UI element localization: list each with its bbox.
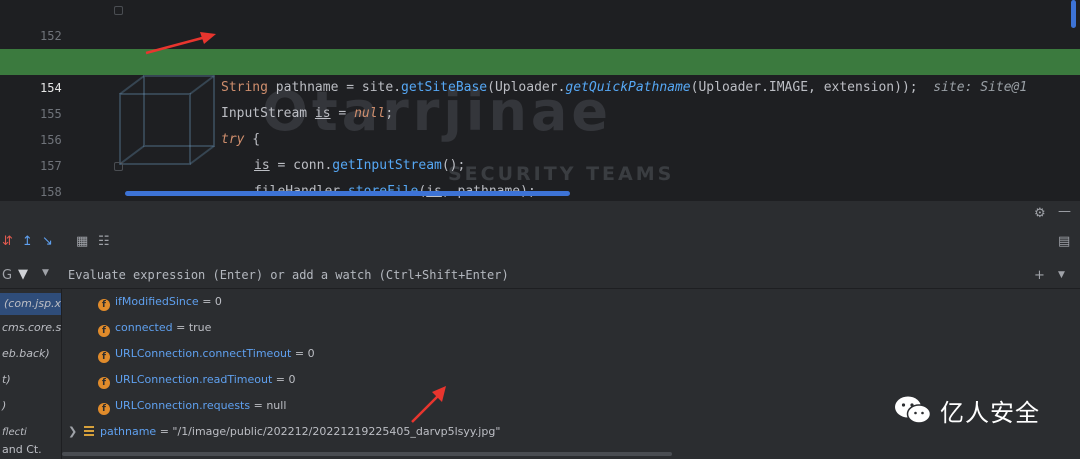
code-line[interactable]: 157 fileHandler.storeFile(is, pathname); [0,127,1080,199]
brand-label: 亿人安全 [940,398,1040,427]
variable-row[interactable]: f URLConnection.readTimeout = 0 [98,373,295,389]
frame-item[interactable]: (com.jsp.x [0,293,61,315]
settings-icon[interactable]: G [2,268,12,283]
evaluate-icon[interactable]: ▦ [76,234,88,249]
field-icon: f [98,377,110,389]
variable-row-pathname[interactable]: pathname = "/1/image/public/202212/20221… [84,425,500,438]
gear-icon[interactable]: ⚙ [1034,206,1046,221]
variables-tree: f ifModifiedSince = 0 f connected = true f… [62,289,1080,459]
evaluate-expression-bar[interactable]: G ▼ ▼ Evaluate expression (Enter) or add… [0,262,1080,289]
wechat-icon [895,396,932,424]
frame-item[interactable]: flecti [2,427,27,438]
chevron-down-icon[interactable]: ▼ [1058,270,1065,280]
annotation-arrow-icon [411,386,446,423]
horizontal-scrollbar[interactable] [62,452,672,456]
variable-row[interactable]: f connected = true [98,321,211,337]
code-line[interactable]: 155 try { [0,75,1080,147]
frames-list: (com.jsp.x cms.core.s eb.back) t) ) flec… [0,289,62,459]
frame-item[interactable]: and Ct. [2,443,42,456]
panel-menu-icon[interactable]: ▤ [1058,234,1070,249]
chevron-right-icon[interactable]: ❯ [68,425,77,438]
frame-item[interactable]: cms.core.s [2,321,61,334]
chevron-down-icon[interactable]: ▼ [42,268,49,278]
frame-item[interactable]: ) [2,399,6,412]
field-icon: f [98,403,110,415]
code-line[interactable]: 152 } [0,0,1080,69]
step-out-icon[interactable]: ↥ [22,234,33,249]
fold-marker-icon[interactable] [114,6,123,15]
step-over-icon[interactable]: ⇵ [2,234,13,249]
add-watch-button[interactable]: + [1034,268,1045,283]
evaluate-input[interactable]: Evaluate expression (Enter) or add a wat… [68,268,509,282]
field-icon: f [98,299,110,311]
frame-item[interactable]: eb.back) [2,347,50,360]
code-line[interactable]: 158 } finally { [0,153,1080,199]
field-icon: f [98,351,110,363]
variable-row[interactable]: f URLConnection.requests = null [98,399,286,415]
frame-item[interactable]: t) [2,373,11,386]
brand-watermark: 亿人安全 [894,392,1040,428]
variable-row[interactable]: f URLConnection.connectTimeout = 0 [98,347,315,363]
filter-icon[interactable]: ▼ [18,267,28,282]
horizontal-scrollbar[interactable] [125,191,570,196]
run-to-cursor-icon[interactable]: ↘ [42,234,53,249]
layout-icon[interactable]: ☷ [98,234,110,249]
vertical-scrollbar[interactable] [1071,0,1076,28]
field-icon: f [98,325,110,337]
debug-panel-header: ⚙ — [0,200,1080,227]
variable-row[interactable]: f ifModifiedSince = 0 [98,295,222,311]
debug-toolbar: ⇵ ↥ ↘ ▦ ☷ ▤ [0,227,1080,257]
minimize-icon[interactable]: — [1058,204,1071,219]
code-line[interactable]: 159 [0,179,1080,200]
local-variable-icon [84,426,94,436]
annotation-arrow-icon [145,32,216,55]
code-line[interactable]: 156 is = conn.getInputStream(); [0,101,1080,173]
fold-marker-icon[interactable] [114,162,123,171]
